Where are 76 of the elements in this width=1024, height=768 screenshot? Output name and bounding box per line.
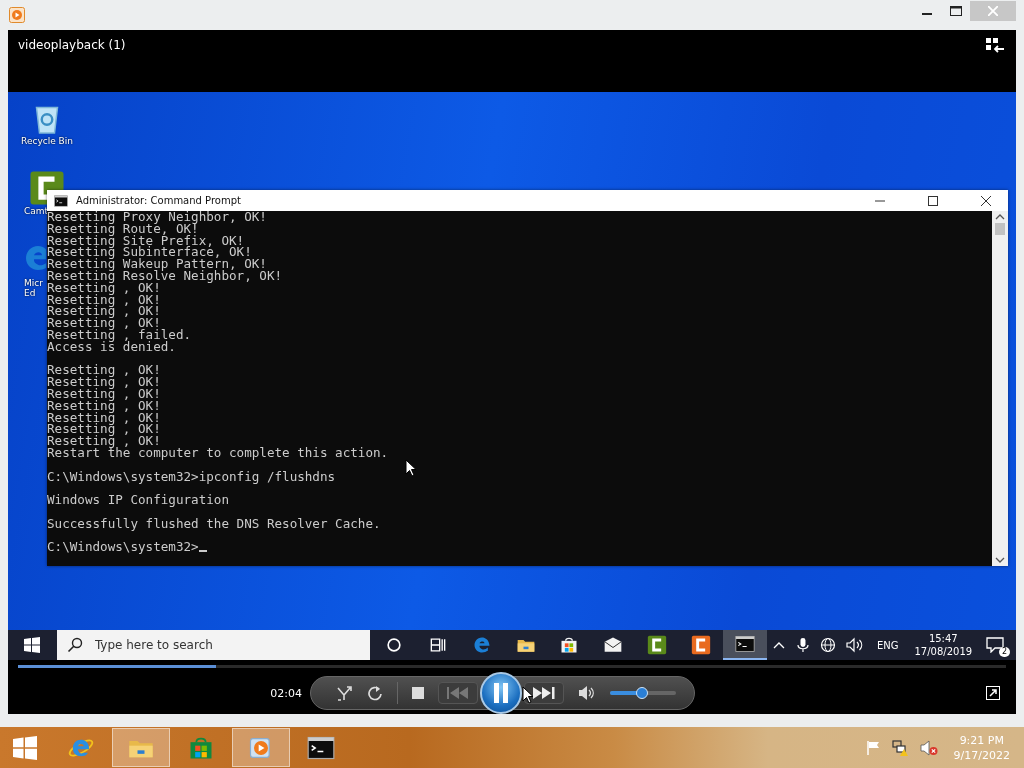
notification-count: 2 (998, 647, 1011, 657)
console-line: Resetting Subinterface, OK! (47, 246, 252, 259)
console-line: Resetting , OK! (47, 423, 161, 436)
fullscreen-icon[interactable] (986, 686, 1000, 700)
console-line: Resetting , OK! (47, 387, 161, 400)
speaker-icon[interactable] (578, 685, 596, 701)
speaker-muted-icon[interactable] (919, 739, 938, 756)
windows-logo-icon (23, 637, 40, 653)
console-line: Resetting , OK! (47, 281, 161, 294)
desktop-icon-label[interactable]: Camt (24, 206, 49, 216)
pause-button[interactable] (480, 672, 522, 714)
console-line: C:\Windows\system32> (47, 541, 199, 554)
console-line: Resetting Proxy Neighbor, OK! (47, 211, 267, 223)
video-title: videoplayback (1) (18, 38, 126, 52)
switch-to-library-icon[interactable] (986, 38, 1004, 54)
elapsed-time: 02:04 (269, 686, 303, 700)
desktop-icon-label[interactable]: Ed (24, 288, 36, 298)
console-line: C:\Windows\system32>ipconfig /flushdns (47, 470, 336, 483)
language-indicator[interactable]: ENG (876, 639, 899, 651)
app-logo-icon (647, 635, 668, 655)
clock-time: 9:21 PM (959, 732, 1004, 748)
search-field[interactable]: Type here to search (56, 630, 370, 660)
console-line: Resetting , OK! (47, 411, 161, 424)
taskbar-button[interactable] (723, 630, 768, 660)
seek-bar[interactable] (18, 665, 1006, 668)
previous-icon (447, 687, 469, 699)
console-line: Resetting , OK! (47, 317, 161, 329)
console-line: Resetting Site Prefix, OK! (47, 234, 245, 247)
close-icon (980, 195, 991, 206)
clock-date: 9/17/2022 (953, 747, 1010, 763)
console-line: Access is denied. (47, 340, 176, 353)
console-line: Resetting , failed. (47, 328, 192, 341)
pause-icon (492, 683, 510, 703)
envelope-icon (603, 635, 624, 655)
next-button[interactable] (524, 682, 564, 704)
clock-date: 17/08/2019 (914, 645, 973, 658)
media-player-icon (9, 7, 25, 23)
store-icon (559, 635, 580, 655)
console-line: Resetting Wakeup Pattern, OK! (47, 258, 267, 270)
close-icon (988, 6, 998, 16)
globe-icon[interactable] (820, 637, 836, 653)
console-line: Resetting , OK! (47, 376, 161, 388)
network-warning-icon[interactable] (891, 738, 910, 757)
console-line: Successfully flushed the DNS Resolver Cache. (47, 517, 381, 530)
desktop-icon-label[interactable]: Micr (24, 278, 43, 288)
mouse-pointer-icon (405, 459, 417, 477)
console-line: Restart the computer to complete this action. (47, 446, 389, 459)
shuffle-icon[interactable] (337, 685, 353, 701)
maximize-icon (949, 6, 962, 16)
scrollbar[interactable] (992, 211, 1008, 566)
volume-thumb[interactable] (635, 687, 648, 699)
clock-time: 15:47 (928, 632, 958, 645)
console-line: Windows IP Configuration (47, 494, 229, 506)
speaker-icon[interactable] (845, 637, 864, 653)
console-line: Resetting , OK! (47, 435, 161, 447)
search-icon (66, 637, 83, 653)
repeat-icon[interactable] (367, 685, 383, 701)
windows-logo-icon (13, 735, 37, 760)
console-line: Resetting , OK! (47, 364, 161, 377)
console-line: Resetting Resolve Neighbor, OK! (47, 270, 283, 282)
minimize-icon (921, 13, 932, 15)
console-line: Resetting , OK! (47, 399, 161, 412)
console-line: Resetting , OK! (47, 305, 161, 318)
next-icon (533, 687, 555, 699)
window-title: Administrator: Command Prompt (76, 195, 241, 206)
clock[interactable]: 15:47 17/08/2019 (914, 632, 973, 658)
scroll-thumb[interactable] (995, 223, 1005, 235)
terminal-icon (735, 634, 756, 654)
notification-icon[interactable] (986, 637, 1005, 653)
maximize-icon (927, 195, 938, 206)
app-logo-icon (691, 635, 712, 655)
mouse-pointer-icon (522, 686, 534, 704)
desktop-icon-label[interactable]: Recycle Bin (21, 136, 73, 146)
microphone-icon[interactable] (796, 637, 810, 653)
console-line: Resetting , OK! (47, 293, 161, 306)
terminal-icon (54, 193, 68, 208)
